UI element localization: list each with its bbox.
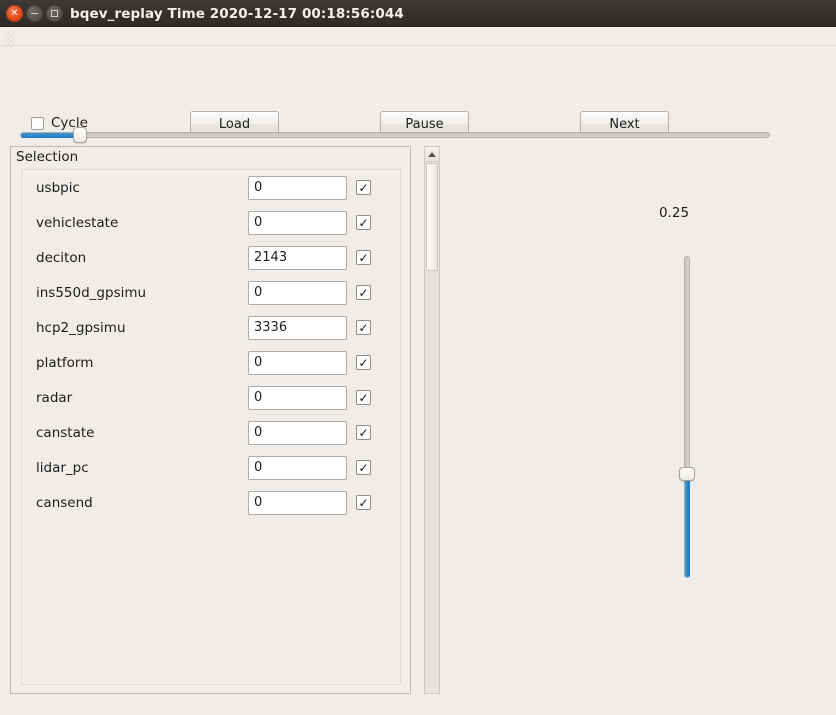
selection-row-label: usbpic — [36, 180, 80, 196]
selection-row-checkbox[interactable]: ✓ — [356, 285, 371, 300]
selection-row-input[interactable]: 2143 — [248, 246, 347, 270]
selection-row-input[interactable]: 0 — [248, 176, 347, 200]
selection-row-label: canstate — [36, 425, 94, 441]
speed-slider-handle[interactable] — [679, 467, 695, 481]
selection-row: cansend 0 ✓ — [22, 485, 400, 520]
selection-row-label: cansend — [36, 495, 93, 511]
selection-row-checkbox[interactable]: ✓ — [356, 215, 371, 230]
selection-row: hcp2_gpsimu 3336 ✓ — [22, 310, 400, 345]
selection-row-input[interactable]: 0 — [248, 211, 347, 235]
selection-row: radar 0 ✓ — [22, 380, 400, 415]
speed-slider-fill — [685, 478, 690, 577]
window-title: bqev_replay Time 2020-12-17 00:18:56:044 — [70, 0, 404, 27]
close-icon[interactable]: ✕ — [6, 5, 23, 22]
selection-row-checkbox[interactable]: ✓ — [356, 460, 371, 475]
speed-value-label: 0.25 — [612, 205, 736, 221]
timeline-slider[interactable] — [20, 127, 770, 143]
selection-row-checkbox[interactable]: ✓ — [356, 355, 371, 370]
selection-row-input[interactable]: 0 — [248, 351, 347, 375]
selection-scrollbar[interactable] — [424, 146, 440, 694]
selection-row-input[interactable]: 3336 — [248, 316, 347, 340]
selection-row-checkbox[interactable]: ✓ — [356, 495, 371, 510]
minimize-icon[interactable] — [26, 5, 43, 22]
selection-row-input[interactable]: 0 — [248, 456, 347, 480]
selection-rows-container: usbpic0✓vehiclestate0✓deciton2143✓ins550… — [21, 169, 401, 685]
selection-row: vehiclestate 0 ✓ — [22, 205, 400, 240]
selection-row-label: ins550d_gpsimu — [36, 285, 146, 301]
window-controls: ✕ — [6, 5, 63, 22]
selection-row-label: vehiclestate — [36, 215, 118, 231]
selection-row-label: platform — [36, 355, 93, 371]
selection-row-input[interactable]: 0 — [248, 491, 347, 515]
selection-row: platform 0 ✓ — [22, 345, 400, 380]
selection-row-label: hcp2_gpsimu — [36, 320, 126, 336]
chevron-up-icon[interactable] — [425, 147, 439, 162]
selection-row-label: radar — [36, 390, 72, 406]
selection-row-input[interactable]: 0 — [248, 386, 347, 410]
selection-row-checkbox[interactable]: ✓ — [356, 250, 371, 265]
selection-row: ins550d_gpsimu 0 ✓ — [22, 275, 400, 310]
selection-scrollbar-thumb[interactable] — [426, 163, 438, 271]
selection-row: lidar_pc 0 ✓ — [22, 450, 400, 485]
selection-row: deciton 2143 ✓ — [22, 240, 400, 275]
selection-row-checkbox[interactable]: ✓ — [356, 390, 371, 405]
window-titlebar: ✕ bqev_replay Time 2020-12-17 00:18:56:0… — [0, 0, 836, 27]
timeline-slider-track[interactable] — [20, 132, 770, 138]
selection-row-input[interactable]: 0 — [248, 281, 347, 305]
timeline-slider-fill — [21, 133, 75, 138]
selection-row: canstate 0 ✓ — [22, 415, 400, 450]
application-window: ✕ bqev_replay Time 2020-12-17 00:18:56:0… — [0, 0, 836, 715]
selection-row: usbpic 0 ✓ — [22, 170, 400, 205]
selection-row-checkbox[interactable]: ✓ — [356, 180, 371, 195]
selection-row-label: lidar_pc — [36, 460, 89, 476]
speed-slider[interactable] — [679, 256, 695, 578]
maximize-icon[interactable] — [46, 5, 63, 22]
selection-groupbox: Selection usbpic 0 ✓ vehiclestate 0 ✓ deciton 2… — [10, 146, 411, 694]
toolbar: Cycle Load Pause Next — [0, 46, 836, 104]
selection-row-checkbox[interactable]: ✓ — [356, 320, 371, 335]
timeline-slider-handle[interactable] — [73, 127, 87, 143]
selection-groupbox-title: Selection — [16, 149, 78, 165]
selection-row-label: deciton — [36, 250, 86, 266]
selection-row-checkbox[interactable]: ✓ — [356, 425, 371, 440]
selection-row-input[interactable]: 0 — [248, 421, 347, 445]
